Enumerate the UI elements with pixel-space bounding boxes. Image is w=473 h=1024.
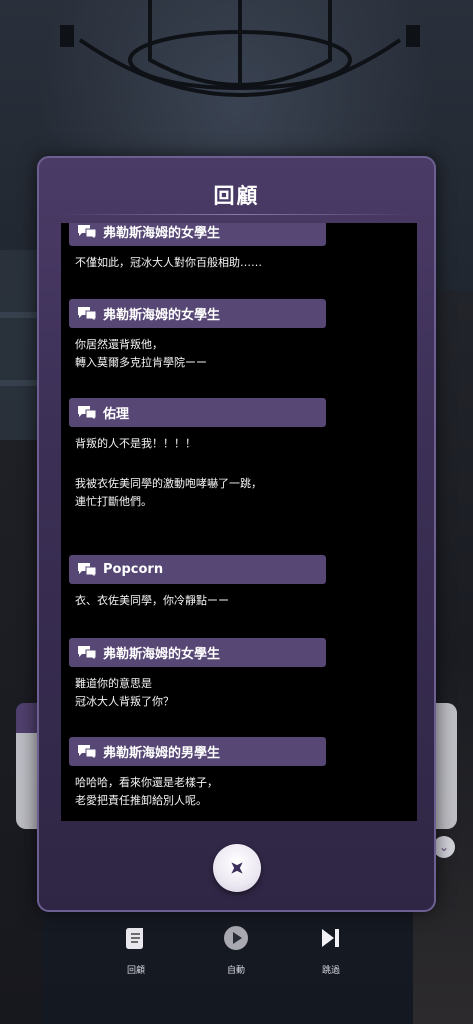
chandelier-decoration <box>60 0 420 97</box>
speaker-tag: Popcorn <box>69 555 326 584</box>
close-button[interactable] <box>213 844 261 892</box>
speech-bubble-icon <box>78 744 97 760</box>
speech-bubble-icon <box>78 645 97 661</box>
speaker-name: 弗勒斯海姆的女學生 <box>103 647 221 662</box>
bottom-controls: 回顧 自動 跳過 <box>0 925 473 985</box>
list-item: Popcorn 衣、衣佐美同學，你冷靜點ーー <box>69 555 417 610</box>
speaker-name: 佑理 <box>103 407 130 422</box>
auto-button-label: 自動 <box>226 966 245 976</box>
skip-button-label: 跳過 <box>321 966 340 976</box>
list-item: 弗勒斯海姆的女學生 難道你的意思是 冠冰大人背叛了你？ <box>69 638 417 711</box>
narration-text: 我被衣佐美同學的激動咆哮嚇了一跳， 連忙打斷他們。 <box>75 477 262 508</box>
speaker-tag: 弗勒斯海姆的女學生 <box>69 299 326 328</box>
dialogue-text: 衣、衣佐美同學，你冷靜點ーー <box>75 594 229 607</box>
speech-bubble-icon <box>78 224 97 240</box>
speaker-name: Popcorn <box>103 562 164 577</box>
title-divider <box>59 214 414 215</box>
review-button-label: 回顧 <box>126 966 145 976</box>
list-item: 弗勒斯海姆的男學生 哈哈哈，看來你還是老樣子， 老愛把責任推卸給別人呢。 <box>69 737 417 810</box>
review-panel: 回顧 弗勒斯海姆的女學生 不僅如此，冠冰大人對你百般相助…… 弗勒斯海姆的女學生 <box>37 156 436 912</box>
speaker-name: 弗勒斯海姆的男學生 <box>103 746 221 761</box>
close-x-icon <box>231 862 243 874</box>
chevron-down-icon: ⌄ <box>433 836 455 858</box>
list-item: 弗勒斯海姆的女學生 不僅如此，冠冰大人對你百般相助…… <box>69 223 417 272</box>
scroll-icon <box>126 928 143 949</box>
skip-forward-icon <box>322 929 339 947</box>
speaker-name: 弗勒斯海姆的女學生 <box>103 226 221 241</box>
review-log-list[interactable]: 弗勒斯海姆的女學生 不僅如此，冠冰大人對你百般相助…… 弗勒斯海姆的女學生 你居… <box>61 223 417 821</box>
speech-bubble-icon <box>78 306 97 322</box>
speaker-tag: 弗勒斯海姆的女學生 <box>69 223 326 246</box>
dialogue-text: 你居然還背叛他， 轉入莫爾多克拉肯學院ーー <box>75 338 207 369</box>
dialogue-text: 不僅如此，冠冰大人對你百般相助…… <box>75 256 262 269</box>
list-item: 弗勒斯海姆的女學生 你居然還背叛他， 轉入莫爾多克拉肯學院ーー <box>69 299 417 372</box>
play-icon <box>224 926 248 950</box>
dialogue-text: 哈哈哈，看來你還是老樣子， 老愛把責任推卸給別人呢。 <box>75 776 218 807</box>
speaker-tag: 佑理 <box>69 398 326 427</box>
list-item: 佑理 背叛的人不是我！！！！ 我被衣佐美同學的激動咆哮嚇了一跳， 連忙打斷他們。 <box>69 398 417 511</box>
page-title: 回顧 <box>213 184 260 208</box>
speech-bubble-icon <box>78 562 97 578</box>
speaker-tag: 弗勒斯海姆的女學生 <box>69 638 326 667</box>
skip-button[interactable]: 跳過 <box>301 925 361 976</box>
auto-button[interactable]: 自動 <box>206 925 266 976</box>
speech-bubble-icon <box>78 405 97 421</box>
dialogue-text: 背叛的人不是我！！！！ <box>75 437 196 450</box>
dialogue-text: 難道你的意思是 冠冰大人背叛了你？ <box>75 677 174 708</box>
review-button[interactable]: 回顧 <box>106 925 166 976</box>
speaker-name: 弗勒斯海姆的女學生 <box>103 308 221 323</box>
speaker-tag: 弗勒斯海姆的男學生 <box>69 737 326 766</box>
